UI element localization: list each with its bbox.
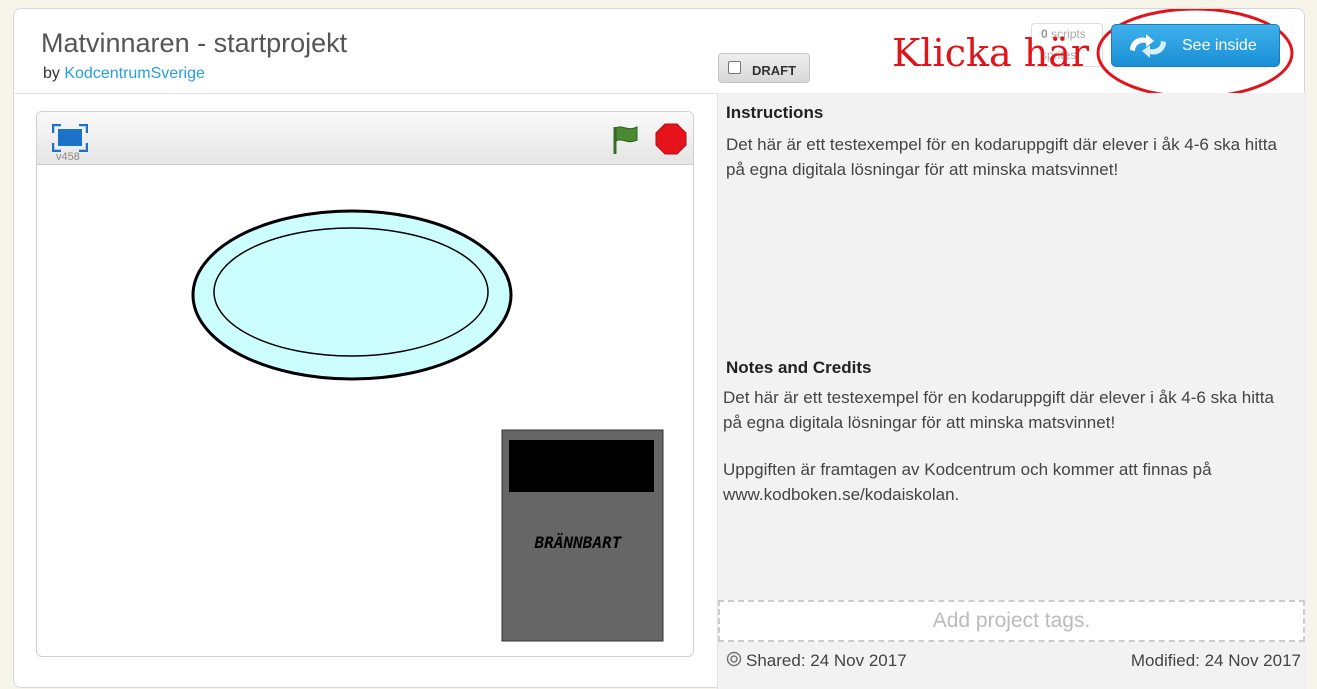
shared-date: Shared: 24 Nov 2017 [726,651,907,671]
project-card: Matvinnaren - startprojekt by Kodcentrum… [13,8,1307,689]
by-label: by [43,65,60,82]
notes-text-2: Uppgiften är framtagen av Kodcentrum och… [723,460,1212,504]
shared-date-text: Shared: 24 Nov 2017 [746,651,907,670]
fullscreen-icon[interactable] [52,124,88,152]
instructions-text: Det här är ett testexempel för en kodaru… [726,135,1277,179]
draft-checkbox[interactable] [728,61,741,74]
see-inside-button[interactable]: See inside [1111,24,1280,67]
stop-icon[interactable] [655,123,687,155]
player-controls: v458 [37,112,693,165]
annotation-text: Klicka här [892,31,1090,75]
project-header: Matvinnaren - startprojekt by Kodcentrum… [14,9,1304,99]
notes-heading: Notes and Credits [726,358,872,377]
author-link[interactable]: KodcentrumSverige [64,65,205,82]
modified-date: Modified: 24 Nov 2017 [1130,651,1301,670]
project-player: v458 BRÄNNBART [36,111,694,657]
project-title: Matvinnaren - startprojekt [41,28,348,58]
stage-canvas: BRÄNNBART [191,209,664,642]
see-inside-arrows-icon [1130,34,1166,58]
trash-bin-sprite: BRÄNNBART [501,429,664,642]
project-notes-panel: Instructions Det här är ett testexempel … [717,93,1307,689]
shared-icon [726,651,742,667]
notes-text: Det här är ett testexempel för en kodaru… [723,388,1274,432]
draft-toggle[interactable]: DRAFT [718,53,810,83]
byline: by KodcentrumSverige [43,65,205,83]
green-flag-icon[interactable] [611,124,641,156]
see-inside-label: See inside [1182,37,1257,54]
player-version: v458 [56,151,80,163]
project-tags-input[interactable]: Add project tags. [718,600,1305,642]
stage[interactable]: BRÄNNBART [37,164,693,656]
bin-label: BRÄNNBART [534,533,623,552]
draft-label: DRAFT [752,63,797,78]
instructions-heading: Instructions [726,103,824,122]
bowl-sprite [191,209,513,381]
